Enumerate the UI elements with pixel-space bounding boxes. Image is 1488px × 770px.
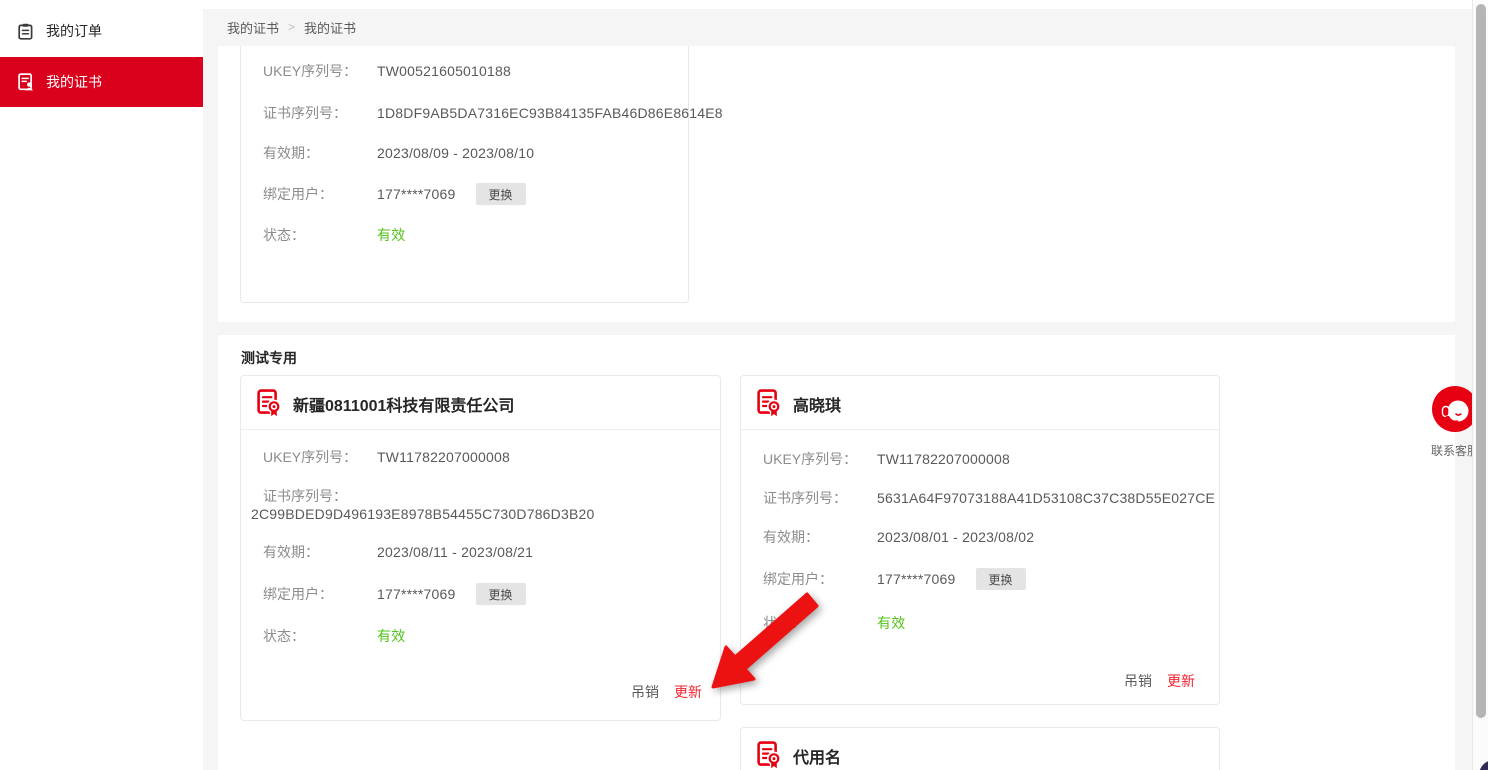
sidebar-item-my-orders[interactable]: 我的订单 <box>0 12 203 50</box>
card-title: 高晓琪 <box>793 392 841 416</box>
cert-serial-label: 证书序列号： <box>263 103 377 123</box>
validity-value: 2023/08/11 - 2023/08/21 <box>377 544 533 560</box>
test-certificates-panel: 测试专用 新疆0811001科技有限责任公司 <box>218 335 1455 770</box>
sidebar: 我的订单 我的证书 <box>0 0 203 770</box>
cert-serial-row: 证书序列号： 1D8DF9AB5DA7316EC93B84135FAB46D86… <box>263 103 676 123</box>
card-footer: 吊销 更新 <box>1124 671 1195 691</box>
ukey-serial-value: TW11782207000008 <box>377 449 510 465</box>
card-title: 新疆0811001科技有限责任公司 <box>293 392 514 416</box>
ukey-serial-value: TW00521605010188 <box>377 63 511 79</box>
formal-certificates-panel: UKEY序列号： TW00521605010188 证书序列号： 1D8DF9A… <box>218 46 1455 322</box>
status-row: 状态： 有效 <box>263 225 676 245</box>
ukey-serial-label: UKEY序列号： <box>263 61 377 81</box>
sidebar-item-label: 我的订单 <box>46 21 102 41</box>
cert-serial-value: 5631A64F97073188A41D53108C37C38D55E027CE <box>877 490 1215 506</box>
scrollbar-track[interactable] <box>1472 0 1488 770</box>
cert-serial-value: 1D8DF9AB5DA7316EC93B84135FAB46D86E8614E8 <box>377 105 723 121</box>
ukey-serial-label: UKEY序列号： <box>263 447 377 467</box>
section-title: 测试专用 <box>241 348 297 368</box>
status-row: 状态： 有效 <box>763 613 1207 633</box>
card-header: 代用名 <box>741 728 1219 770</box>
card-header: 新疆0811001科技有限责任公司 <box>241 376 720 430</box>
bound-user-row: 绑定用户： 177****7069 更换 <box>763 569 1207 589</box>
breadcrumb-parent[interactable]: 我的证书 <box>227 18 279 37</box>
card-footer: 吊销 更新 <box>631 682 702 702</box>
validity-row: 有效期： 2023/08/11 - 2023/08/21 <box>263 542 708 562</box>
status-label: 状态： <box>763 613 877 633</box>
alias-certificate-card: 代用名 <box>740 727 1220 770</box>
sidebar-item-my-certificates[interactable]: 我的证书 <box>0 57 203 107</box>
breadcrumb: 我的证书 > 我的证书 <box>227 19 356 35</box>
sidebar-item-label: 我的证书 <box>46 72 102 92</box>
status-badge: 有效 <box>377 225 405 245</box>
bound-user-row: 绑定用户： 177****7069 更换 <box>263 184 676 204</box>
cert-serial-row: 证书序列号： <box>263 486 708 506</box>
ukey-serial-value: TW11782207000008 <box>877 451 1010 467</box>
revoke-link[interactable]: 吊销 <box>1124 671 1152 691</box>
validity-value: 2023/08/01 - 2023/08/02 <box>877 529 1034 545</box>
ukey-serial-row: UKEY序列号： TW00521605010188 <box>263 61 676 81</box>
clipboard-icon <box>18 22 34 40</box>
cert-serial-row: 证书序列号： 5631A64F97073188A41D53108C37C38D5… <box>763 488 1207 508</box>
breadcrumb-current: 我的证书 <box>304 18 356 37</box>
cert-serial-label: 证书序列号： <box>763 488 877 508</box>
company-certificate-card: 新疆0811001科技有限责任公司 UKEY序列号： TW11782207000… <box>240 375 721 721</box>
status-badge: 有效 <box>877 613 905 633</box>
ukey-serial-label: UKEY序列号： <box>763 449 877 469</box>
scrollbar-thumb[interactable] <box>1476 4 1486 718</box>
top-strip <box>203 0 1488 9</box>
cert-serial-label: 证书序列号： <box>263 486 377 506</box>
bound-user-label: 绑定用户： <box>763 569 877 589</box>
renew-link[interactable]: 更新 <box>674 682 702 702</box>
bound-user-row: 绑定用户： 177****7069 更换 <box>263 584 708 604</box>
breadcrumb-separator-icon: > <box>288 20 295 34</box>
card-header: 高晓琪 <box>741 376 1219 430</box>
change-user-button[interactable]: 更换 <box>976 568 1026 590</box>
status-label: 状态： <box>263 626 377 646</box>
validity-value: 2023/08/09 - 2023/08/10 <box>377 145 534 161</box>
certificate-icon <box>257 389 281 422</box>
bound-user-label: 绑定用户： <box>263 184 377 204</box>
bound-user-value: 177****7069 <box>877 571 956 587</box>
validity-label: 有效期： <box>763 527 877 547</box>
change-user-button[interactable]: 更换 <box>476 183 526 205</box>
certificate-user-icon <box>18 73 34 91</box>
ukey-serial-row: UKEY序列号： TW11782207000008 <box>263 447 708 467</box>
status-badge: 有效 <box>377 626 405 646</box>
cert-serial-value: 2C99BDED9D496193E8978B54455C730D786D3B20 <box>251 504 712 524</box>
bound-user-value: 177****7069 <box>377 186 456 202</box>
page: 我的订单 我的证书 我的证书 > 我的证书 UKEY序列号： TW0052160 <box>0 0 1488 770</box>
formal-certificate-card: UKEY序列号： TW00521605010188 证书序列号： 1D8DF9A… <box>240 46 689 303</box>
ukey-serial-row: UKEY序列号： TW11782207000008 <box>763 449 1207 469</box>
validity-row: 有效期： 2023/08/01 - 2023/08/02 <box>763 527 1207 547</box>
renew-link[interactable]: 更新 <box>1167 671 1195 691</box>
status-row: 状态： 有效 <box>263 626 708 646</box>
validity-label: 有效期： <box>263 143 377 163</box>
card-title: 代用名 <box>793 744 841 768</box>
certificate-icon <box>757 389 781 422</box>
person-certificate-card: 高晓琪 UKEY序列号： TW11782207000008 证书序列号： 563… <box>740 375 1220 705</box>
status-label: 状态： <box>263 225 377 245</box>
change-user-button[interactable]: 更换 <box>476 583 526 605</box>
bound-user-value: 177****7069 <box>377 586 456 602</box>
certificate-icon <box>757 741 781 770</box>
validity-row: 有效期： 2023/08/09 - 2023/08/10 <box>263 143 676 163</box>
validity-label: 有效期： <box>263 542 377 562</box>
revoke-link[interactable]: 吊销 <box>631 682 659 702</box>
bound-user-label: 绑定用户： <box>263 584 377 604</box>
